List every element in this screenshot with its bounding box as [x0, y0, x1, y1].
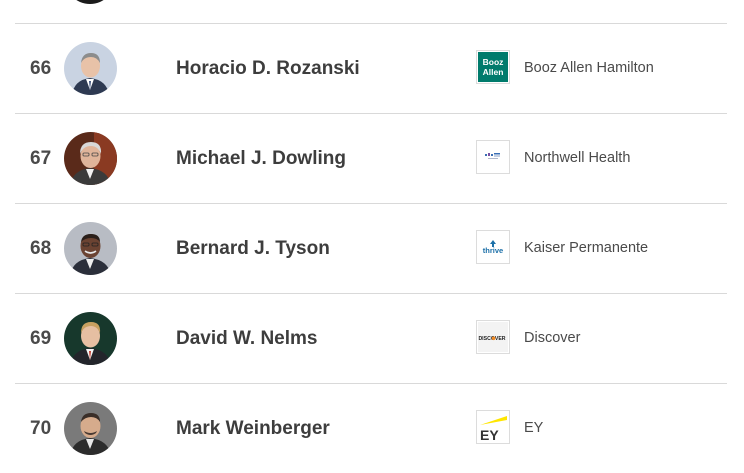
- avatar[interactable]: [64, 132, 117, 185]
- logo-text: EY: [480, 427, 499, 443]
- logo-text: Allen: [483, 67, 504, 77]
- avatar-previous-row: [64, 0, 116, 4]
- rank-number: 69: [30, 328, 52, 349]
- rank-number: 68: [30, 238, 52, 259]
- avatar[interactable]: [64, 42, 117, 95]
- booz-allen-logo[interactable]: Booz Allen: [476, 50, 510, 84]
- discover-logo[interactable]: DISCOVER: [476, 320, 510, 354]
- person-name[interactable]: Bernard J. Tyson: [176, 204, 330, 293]
- avatar[interactable]: [64, 312, 117, 365]
- list-item: 67 Michael J. Dowling Northwell Health: [15, 113, 727, 203]
- company-name[interactable]: Northwell Health: [524, 114, 630, 203]
- person-name[interactable]: Mark Weinberger: [176, 384, 330, 473]
- list-item: 69 David W. Nelms DISCOVER Discover: [15, 293, 727, 383]
- logo-text: Booz: [483, 57, 504, 67]
- person-name[interactable]: Michael J. Dowling: [176, 114, 346, 203]
- company-name[interactable]: Discover: [524, 294, 580, 383]
- ey-logo[interactable]: EY: [476, 410, 510, 444]
- company-name[interactable]: Booz Allen Hamilton: [524, 24, 654, 113]
- rank-number: 66: [30, 58, 52, 79]
- avatar[interactable]: [64, 222, 117, 275]
- avatar[interactable]: [64, 402, 117, 455]
- list-item: 70 Mark Weinberger EY EY: [15, 383, 727, 473]
- rank-number: 67: [30, 148, 52, 169]
- list-item: 66 Horacio D. Rozanski Booz Allen Booz A…: [15, 23, 727, 113]
- kaiser-thrive-logo[interactable]: thrive: [476, 230, 510, 264]
- northwell-logo[interactable]: [476, 140, 510, 174]
- person-name[interactable]: David W. Nelms: [176, 294, 318, 383]
- company-name[interactable]: EY: [524, 384, 543, 473]
- company-name[interactable]: Kaiser Permanente: [524, 204, 648, 293]
- leaders-list: 66 Horacio D. Rozanski Booz Allen Booz A…: [15, 23, 727, 473]
- logo-text: thrive: [483, 246, 503, 255]
- list-item: 68 Bernard J. Tyson thrive Kaiser Perman…: [15, 203, 727, 293]
- rank-number: 70: [30, 418, 52, 439]
- person-name[interactable]: Horacio D. Rozanski: [176, 24, 360, 113]
